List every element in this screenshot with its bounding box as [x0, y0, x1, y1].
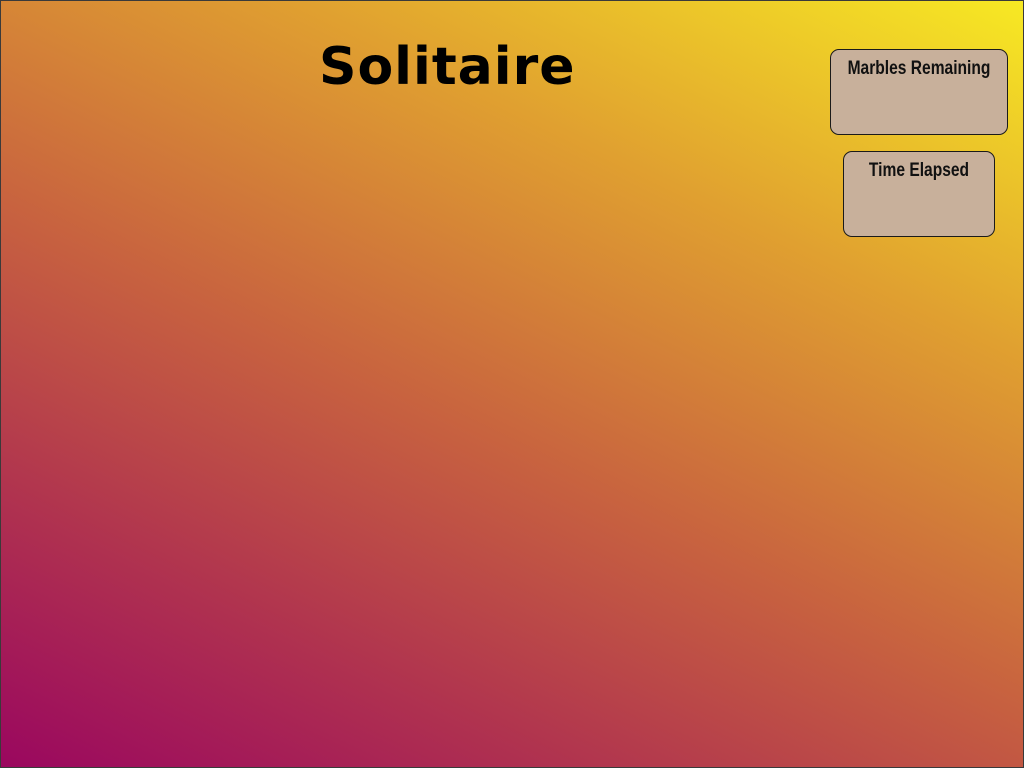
game-screen: Solitaire Marbles Remaining Time Elapsed [0, 0, 1024, 768]
time-elapsed-label: Time Elapsed [868, 160, 970, 181]
time-elapsed-panel: Time Elapsed [843, 151, 995, 237]
marbles-remaining-panel: Marbles Remaining [830, 49, 1008, 135]
game-title: Solitaire [319, 37, 576, 97]
marbles-remaining-label: Marbles Remaining [847, 58, 991, 79]
